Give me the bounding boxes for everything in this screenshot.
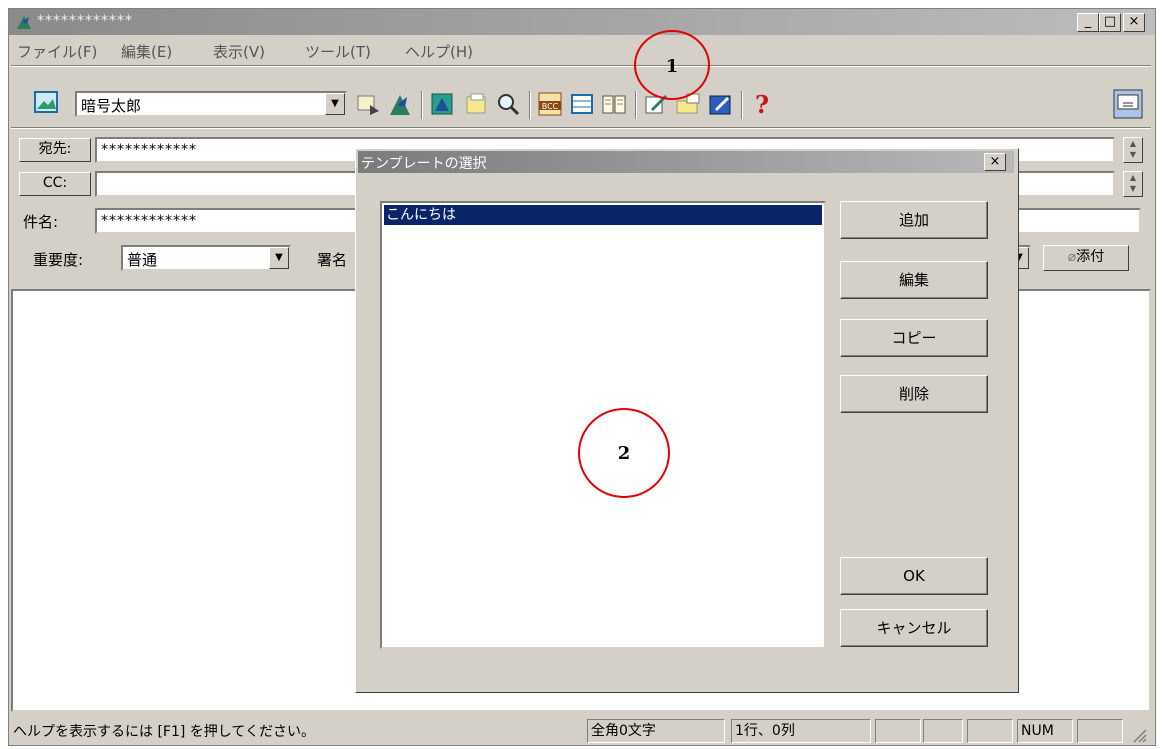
status-help: ヘルプを表示するには [F1] を押してください。 bbox=[13, 724, 315, 740]
chevron-down-icon[interactable]: ▼ bbox=[325, 93, 345, 115]
menu-file[interactable]: ファイル(F) bbox=[17, 41, 97, 62]
dialog-close-button[interactable]: × bbox=[984, 153, 1006, 171]
compose-icon[interactable] bbox=[429, 91, 455, 117]
minimize-button[interactable]: _ bbox=[1077, 13, 1099, 32]
to-value: ************ bbox=[101, 142, 197, 158]
title-bar: ************ _ □ × bbox=[9, 9, 1155, 35]
resize-grip-icon[interactable] bbox=[1131, 727, 1147, 743]
status-chars: 全角0文字 bbox=[587, 719, 725, 743]
svg-text:?: ? bbox=[755, 91, 769, 117]
screen-icon[interactable] bbox=[1113, 89, 1143, 119]
to-button[interactable]: 宛先: bbox=[19, 138, 91, 162]
delete-button[interactable]: 削除 bbox=[840, 375, 988, 413]
account-icon[interactable] bbox=[33, 89, 59, 115]
maximize-button[interactable]: □ bbox=[1099, 13, 1121, 32]
copy-button[interactable]: コピー bbox=[840, 319, 988, 357]
subject-label: 件名: bbox=[23, 213, 59, 231]
toolbar-separator bbox=[529, 91, 531, 119]
status-cell-empty bbox=[967, 719, 1013, 743]
add-button[interactable]: 追加 bbox=[840, 201, 988, 239]
dialog-title: テンプレートの選択 bbox=[361, 156, 487, 172]
status-bar: ヘルプを表示するには [F1] を押してください。 全角0文字 1行、0列 NU… bbox=[9, 715, 1155, 745]
status-position: 1行、0列 bbox=[731, 719, 871, 743]
close-button[interactable]: × bbox=[1123, 13, 1145, 32]
menu-view[interactable]: 表示(V) bbox=[213, 41, 265, 62]
search-icon[interactable] bbox=[495, 91, 521, 117]
status-num: NUM bbox=[1017, 719, 1073, 743]
window-title: ************ bbox=[37, 13, 133, 29]
toolbar: 暗号太郎 ▼ BCC ? bbox=[9, 69, 1155, 131]
priority-label: 重要度: bbox=[33, 251, 84, 269]
menu-tools[interactable]: ツール(T) bbox=[305, 41, 371, 62]
menu-bar: ファイル(F) 編集(E) 表示(V) ツール(T) ヘルプ(H) bbox=[9, 37, 1155, 63]
cancel-button[interactable]: キャンセル bbox=[840, 609, 988, 647]
account-value: 暗号太郎 bbox=[81, 97, 142, 115]
paperclip-icon: ⌀ bbox=[1067, 249, 1077, 265]
chevron-down-icon[interactable]: ▼ bbox=[269, 247, 289, 269]
bcc-icon[interactable]: BCC bbox=[537, 91, 563, 117]
toolbar-separator-line bbox=[11, 127, 1151, 129]
menu-edit[interactable]: 編集(E) bbox=[121, 41, 172, 62]
envelope-icon[interactable] bbox=[569, 91, 595, 117]
toolbar-separator bbox=[421, 91, 423, 119]
status-cell-empty bbox=[1077, 719, 1123, 743]
priority-select[interactable]: 普通 ▼ bbox=[121, 245, 291, 271]
receive-icon[interactable] bbox=[387, 91, 413, 117]
sign-icon[interactable] bbox=[707, 91, 733, 117]
subject-value: ************ bbox=[101, 213, 197, 229]
note-icon[interactable] bbox=[463, 91, 489, 117]
annotation-label-1: 1 bbox=[665, 56, 679, 77]
account-select[interactable]: 暗号太郎 ▼ bbox=[75, 91, 347, 117]
status-cell-empty bbox=[875, 719, 921, 743]
template-dialog: テンプレートの選択 × こんにちは 追加 編集 コピー 削除 OK キャンセル bbox=[355, 148, 1019, 693]
cc-button[interactable]: CC: bbox=[19, 172, 91, 196]
dialog-title-bar: テンプレートの選択 × bbox=[358, 151, 1014, 173]
help-icon[interactable]: ? bbox=[749, 91, 775, 117]
app-icon bbox=[17, 16, 31, 29]
annotation-circle-2: 2 bbox=[578, 408, 670, 498]
status-cell-empty bbox=[923, 719, 963, 743]
list-item[interactable]: こんにちは bbox=[384, 205, 822, 225]
svg-text:BCC: BCC bbox=[542, 102, 559, 111]
to-spinner[interactable]: ▲ ▼ bbox=[1123, 137, 1143, 163]
edit-button[interactable]: 編集 bbox=[840, 261, 988, 299]
annotation-circle-1: 1 bbox=[634, 30, 710, 100]
toolbar-separator bbox=[741, 91, 743, 119]
ok-button[interactable]: OK bbox=[840, 557, 988, 595]
addressbook-icon[interactable] bbox=[601, 91, 627, 117]
attach-button[interactable]: ⌀添付 bbox=[1043, 245, 1129, 271]
menu-help[interactable]: ヘルプ(H) bbox=[405, 41, 473, 62]
menu-separator bbox=[11, 65, 1151, 67]
priority-value: 普通 bbox=[127, 251, 158, 269]
attach-label: 添付 bbox=[1076, 249, 1105, 265]
toolbar-separator bbox=[635, 91, 637, 119]
annotation-label-2: 2 bbox=[617, 443, 631, 464]
send-icon[interactable] bbox=[355, 91, 381, 117]
cc-spinner[interactable]: ▲ ▼ bbox=[1123, 171, 1143, 197]
signature-label: 署名 bbox=[317, 251, 348, 269]
